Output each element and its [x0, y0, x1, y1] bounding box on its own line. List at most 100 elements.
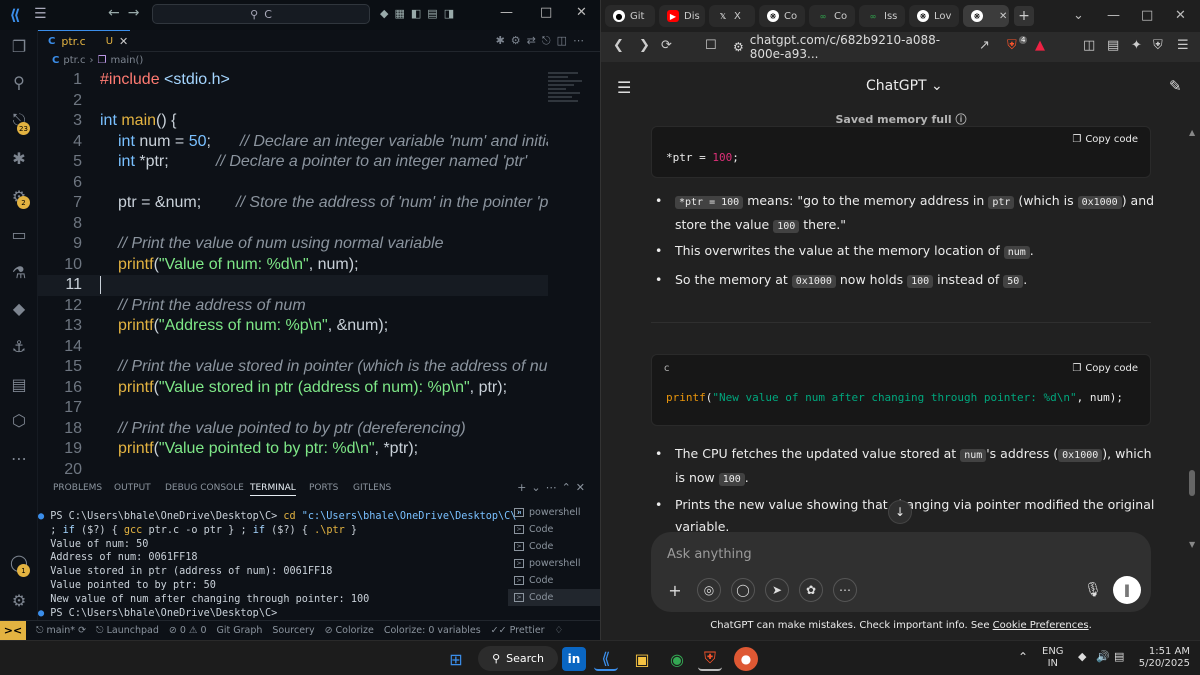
code-line[interactable]: 3 int main() {	[38, 111, 548, 132]
tab-output[interactable]: OUTPUT	[114, 483, 151, 493]
code-line[interactable]: 19 printf("Value pointed to by ptr: %d\n"…	[38, 439, 548, 460]
chevron-down-icon[interactable]: ⌄	[531, 481, 545, 494]
copy-code-button[interactable]: ❐ Copy code	[1072, 134, 1138, 145]
forward-icon[interactable]: ❯	[639, 38, 650, 53]
tab-debug-console[interactable]: DEBUG CONSOLE	[165, 483, 244, 493]
layout-grid-icon[interactable]: ▦	[394, 7, 410, 20]
lightbulb-icon[interactable]: ◯	[731, 578, 755, 602]
code-line[interactable]: 5 int *ptr; // Declare a pointer to an int…	[38, 152, 548, 173]
tab-terminal[interactable]: TERMINAL	[250, 483, 296, 496]
launchpad-status[interactable]: ⎋ Launchpad	[96, 625, 159, 636]
code-editor[interactable]: 1 #include <stdio.h> 2 3 int main() { 4 int…	[38, 70, 548, 475]
terminal-item[interactable]: > Code	[508, 538, 600, 555]
sidebar-toggle-icon[interactable]: ☰	[617, 78, 631, 97]
file-explorer-icon[interactable]: ▣	[630, 647, 654, 671]
breadcrumb-symbol[interactable]: main()	[110, 55, 143, 66]
chrome-icon[interactable]: ◉	[665, 647, 689, 671]
terminal-item[interactable]: > Code	[508, 572, 600, 589]
leo-ai-icon[interactable]: ✦	[1131, 38, 1142, 53]
open-changes-icon[interactable]: ⎋	[542, 34, 557, 47]
settings-gear-icon[interactable]: ⚙	[9, 590, 29, 610]
code-line[interactable]: 17	[38, 398, 548, 419]
minimize-icon[interactable]: —	[500, 5, 513, 20]
search-icon[interactable]: ⚲	[9, 72, 29, 92]
close-tab-icon[interactable]: ✕	[999, 11, 1007, 22]
python-icon[interactable]: ◆	[9, 298, 29, 318]
sourcery-status[interactable]: Sourcery	[272, 625, 314, 636]
nav-arrows[interactable]: ←→	[108, 5, 147, 21]
maximize-panel-icon[interactable]: ⌃	[562, 481, 576, 494]
code-line[interactable]: 14	[38, 337, 548, 358]
plus-icon[interactable]: +	[663, 578, 687, 602]
code-line[interactable]: 9 // Print the value of num using normal …	[38, 234, 548, 255]
testing-icon[interactable]: ⚗	[9, 262, 29, 282]
share-icon[interactable]: ↗	[979, 38, 990, 53]
research-icon[interactable]: ➤	[765, 578, 789, 602]
code-line[interactable]: 15 // Print the value stored in pointer (…	[38, 357, 548, 378]
breadcrumb-file[interactable]: ptr.c	[63, 55, 85, 66]
tab-ports[interactable]: PORTS	[309, 483, 338, 493]
close-panel-icon[interactable]: ✕	[576, 481, 590, 494]
browser-tab-active[interactable]: ❋ ✕	[963, 5, 1009, 27]
settings-icon[interactable]: ⚙	[511, 34, 527, 47]
editor-actions[interactable]: ✱⚙⇄⎋◫⋯	[496, 34, 590, 48]
colorize-status[interactable]: ⊘ Colorize	[325, 625, 374, 636]
code-line[interactable]: 20	[38, 460, 548, 476]
clock[interactable]: 1:51 AM 5/20/2025	[1134, 646, 1190, 670]
panel-actions[interactable]: +⌄⋯⌃✕	[517, 481, 590, 494]
code-line[interactable]: 1 #include <stdio.h>	[38, 70, 548, 91]
minimize-icon[interactable]: —	[1107, 8, 1120, 23]
browser-tab[interactable]: ❋ Co	[759, 5, 805, 27]
tab-list-chevron-icon[interactable]: ⌄	[1073, 8, 1084, 23]
tab-problems[interactable]: PROBLEMS	[53, 483, 102, 493]
new-tab-button[interactable]: +	[1014, 6, 1034, 26]
globe-icon[interactable]: ◎	[697, 578, 721, 602]
microphone-icon[interactable]: 🎙	[1081, 578, 1105, 602]
vpn-icon[interactable]: ⛨	[1153, 38, 1163, 53]
more-actions-icon[interactable]: ⋯	[573, 34, 590, 47]
code-line[interactable]: 18 // Print the value pointed to by ptr (…	[38, 419, 548, 440]
explorer-icon[interactable]: ❐	[9, 36, 29, 56]
panel-bottom-icon[interactable]: ▤	[427, 7, 443, 20]
brave-icon[interactable]: ⛨	[698, 647, 722, 671]
terminal-item[interactable]: > powershell	[508, 504, 600, 521]
tab-gitlens[interactable]: GITLENS	[353, 483, 391, 493]
browser-tab[interactable]: ● Git	[605, 5, 655, 27]
model-selector[interactable]: ChatGPT ⌄	[866, 78, 943, 94]
scroll-down-icon[interactable]: ▼	[1189, 540, 1195, 549]
maximize-icon[interactable]: □	[1141, 8, 1153, 23]
notifications-icon[interactable]: ♢	[555, 625, 564, 636]
colorize-vars-status[interactable]: Colorize: 0 variables	[384, 625, 481, 636]
gitlens-icon[interactable]: ⬡	[9, 410, 29, 430]
more-tools-icon[interactable]: ⋯	[833, 578, 857, 602]
scrollbar-thumb[interactable]	[1189, 470, 1195, 496]
new-terminal-icon[interactable]: +	[517, 481, 531, 494]
docker-icon[interactable]: ⚓	[9, 336, 29, 356]
code-line[interactable]: 2	[38, 91, 548, 112]
prompt-input[interactable]: Ask anything	[667, 547, 752, 562]
voice-mode-button[interactable]: ‖	[1113, 576, 1141, 604]
copy-code-button[interactable]: ❐ Copy code	[1072, 363, 1138, 374]
maximize-icon[interactable]: □	[540, 5, 552, 20]
cookie-preferences-link[interactable]: Cookie Preferences	[993, 620, 1089, 631]
panel-left-icon[interactable]: ◧	[411, 7, 427, 20]
code-line-current[interactable]: 11	[38, 275, 548, 296]
browser-tab[interactable]: ▶ Dis	[659, 5, 705, 27]
scroll-up-icon[interactable]: ▲	[1189, 128, 1195, 137]
browser-tab[interactable]: ∞ Co	[809, 5, 855, 27]
branch-status[interactable]: ⎋ main* ⟳	[36, 625, 86, 636]
code-line[interactable]: 16 printf("Value stored in ptr (address o…	[38, 378, 548, 399]
code-line[interactable]: 8	[38, 214, 548, 235]
terminal-item[interactable]: > Code	[508, 521, 600, 538]
close-icon[interactable]: ✕	[1175, 8, 1186, 23]
more-icon[interactable]: ⋯	[546, 481, 562, 494]
copilot-icon[interactable]: ◆	[380, 7, 394, 20]
wifi-icon[interactable]: ◆	[1078, 651, 1086, 663]
command-center-search[interactable]: ⚲ C	[152, 4, 370, 24]
tab-ptr-c[interactable]: C ptr.c U ✕	[38, 30, 130, 52]
address-bar[interactable]: ⚙ chatgpt.com/c/682b9210-a088-800e-a93..…	[733, 33, 965, 61]
site-info-icon[interactable]: ⚙	[733, 40, 744, 54]
git-graph-status[interactable]: Git Graph	[217, 625, 263, 636]
duckduckgo-icon[interactable]: ●	[734, 647, 758, 671]
windows-start-icon[interactable]: ⊞	[444, 647, 468, 671]
